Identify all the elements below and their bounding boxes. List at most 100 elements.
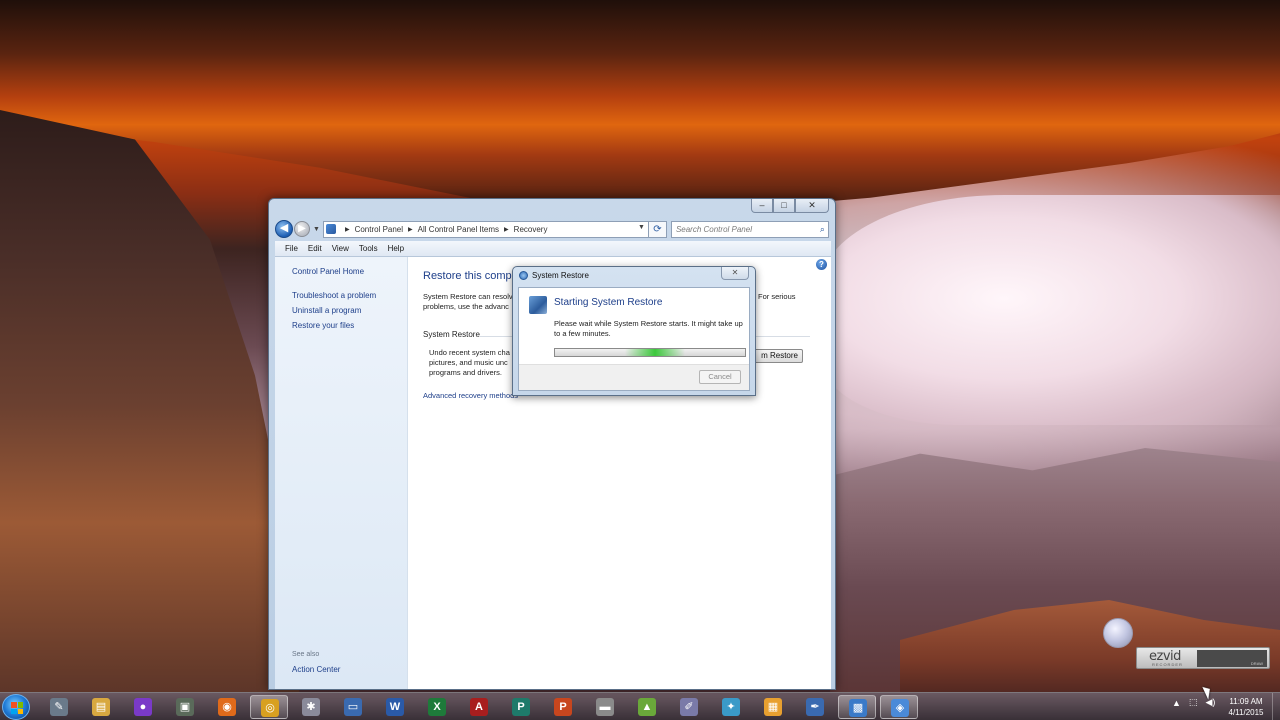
chevron-right-icon[interactable]: ▶ <box>408 226 413 233</box>
taskbar-app-editor[interactable]: ✐ <box>670 695 708 719</box>
system-tray: ▲ ⬚ ◀) <box>1172 697 1223 708</box>
dialog-titlebar: System Restore <box>519 271 589 280</box>
taskbar-app-firefox[interactable]: ◉ <box>208 695 246 719</box>
editor-icon: ✐ <box>680 698 698 716</box>
firefox-icon: ◉ <box>218 698 236 716</box>
advanced-recovery-link[interactable]: Advanced recovery methods <box>423 391 518 400</box>
taskbar-app-access[interactable]: A <box>460 695 498 719</box>
troubleshoot-link[interactable]: Troubleshoot a problem <box>292 291 376 300</box>
pen-tool-icon: ✎ <box>50 698 68 716</box>
menu-view[interactable]: View <box>332 244 349 253</box>
taskbar-app-network[interactable]: ✱ <box>292 695 330 719</box>
ezvid-subtitle: RECORDER <box>1152 662 1183 667</box>
system-restore-icon: ◈ <box>891 699 909 717</box>
taskbar-app-pen-tool[interactable]: ✎ <box>40 695 78 719</box>
recent-pages-dropdown[interactable]: ▼ <box>313 226 320 233</box>
chevron-down-icon[interactable]: ▼ <box>638 224 645 231</box>
taskbar-app-system-restore[interactable]: ◈ <box>880 695 918 719</box>
open-system-restore-button[interactable]: m Restore <box>749 349 803 363</box>
refresh-button[interactable]: ⟳ <box>648 220 667 238</box>
dialog-close-button[interactable]: ✕ <box>721 267 749 280</box>
search-input[interactable]: Search Control Panel ⌕ <box>670 220 829 238</box>
taskbar-app-publisher[interactable]: P <box>502 695 540 719</box>
section-description: Undo recent system cha pictures, and mus… <box>429 348 510 377</box>
chrome-icon: ◎ <box>261 699 279 717</box>
menu-tools[interactable]: Tools <box>359 244 378 253</box>
grid-icon: ▦ <box>764 698 782 716</box>
taskbar-app-grid[interactable]: ▦ <box>754 695 792 719</box>
cancel-button[interactable]: Cancel <box>699 370 741 384</box>
access-icon: A <box>470 698 488 716</box>
action-center-link[interactable]: Action Center <box>292 665 340 674</box>
control-panel-icon: ▩ <box>849 699 867 717</box>
tray-expand-icon[interactable]: ▲ <box>1172 698 1181 708</box>
menu-edit[interactable]: Edit <box>308 244 322 253</box>
taskbar-app-app[interactable]: ✦ <box>712 695 750 719</box>
taskbar-app-drive[interactable]: ▬ <box>586 695 624 719</box>
forward-button[interactable]: ▶ <box>294 221 310 237</box>
scanner-icon: ▣ <box>176 698 194 716</box>
menu-file[interactable]: File <box>285 244 298 253</box>
taskbar-app-monitor[interactable]: ▭ <box>334 695 372 719</box>
clock[interactable]: 11:09 AM 4/11/2015 <box>1222 696 1270 718</box>
rock-arch <box>0 0 1280 215</box>
back-button[interactable]: ◀ <box>275 220 293 238</box>
android-icon: ▲ <box>638 698 656 716</box>
dialog-heading: Starting System Restore <box>554 297 663 308</box>
ezvid-draw-label: DRAW <box>1250 661 1263 666</box>
pen-icon: ✒ <box>806 698 824 716</box>
control-panel-home-link[interactable]: Control Panel Home <box>292 267 364 276</box>
clock-date: 4/11/2015 <box>1228 708 1264 717</box>
start-button[interactable] <box>2 694 30 720</box>
breadcrumb-control-panel[interactable]: Control Panel <box>355 225 403 234</box>
menu-help[interactable]: Help <box>388 244 404 253</box>
address-bar[interactable]: ▶ Control Panel ▶ All Control Panel Item… <box>322 220 649 238</box>
chevron-right-icon[interactable]: ▶ <box>504 226 509 233</box>
taskbar-app-powerpoint[interactable]: P <box>544 695 582 719</box>
taskbar-app-word[interactable]: W <box>376 695 414 719</box>
see-also-label: See also <box>292 651 320 658</box>
help-icon[interactable]: ? <box>816 259 827 270</box>
dialog-title: System Restore <box>532 271 589 280</box>
drive-icon: ▬ <box>596 698 614 716</box>
close-button[interactable]: ✕ <box>795 199 829 213</box>
minimize-button[interactable]: – <box>751 199 773 213</box>
app-icon: ✦ <box>722 698 740 716</box>
dialog-footer: Cancel <box>519 364 749 390</box>
window-controls: – □ ✕ <box>751 199 829 213</box>
tray-action-icon[interactable]: ⬚ <box>1189 697 1198 708</box>
maximize-button[interactable]: □ <box>773 199 795 213</box>
rock-cliff <box>0 110 300 692</box>
ezvid-record-disc[interactable] <box>1103 618 1133 648</box>
taskbar-app-scanner[interactable]: ▣ <box>166 695 204 719</box>
breadcrumb-all-items[interactable]: All Control Panel Items <box>418 225 499 234</box>
system-restore-icon <box>519 271 528 280</box>
taskbar-app-control-panel[interactable]: ▩ <box>838 695 876 719</box>
restore-files-link[interactable]: Restore your files <box>292 321 354 330</box>
taskbar-app-folder[interactable]: ▤ <box>82 695 120 719</box>
breadcrumb-recovery[interactable]: Recovery <box>514 225 548 234</box>
taskbar-pinned-apps: ✎ ▤ ● ▣ ◉ ◎ ✱ ▭ W X A P P ▬ ▲ ✐ ✦ ▦ ✒ ▩ ◈ <box>40 695 922 719</box>
taskbar-app-media[interactable]: ● <box>124 695 162 719</box>
page-title: Restore this comput <box>423 270 521 282</box>
page-description-right: For serious <box>758 292 796 301</box>
taskbar-app-pen[interactable]: ✒ <box>796 695 834 719</box>
search-placeholder: Search Control Panel <box>675 224 752 234</box>
taskbar-app-android[interactable]: ▲ <box>628 695 666 719</box>
uninstall-link[interactable]: Uninstall a program <box>292 306 361 315</box>
taskbar-app-chrome[interactable]: ◎ <box>250 695 288 719</box>
navigation-bar: ◀ ▶ ▼ ▶ Control Panel ▶ All Control Pane… <box>275 219 831 239</box>
control-panel-icon <box>325 224 336 234</box>
section-label: System Restore <box>423 330 480 339</box>
search-icon[interactable]: ⌕ <box>820 224 825 235</box>
page-description: System Restore can resolv problems, use … <box>423 292 513 311</box>
chevron-right-icon[interactable]: ▶ <box>345 226 350 233</box>
show-desktop-button[interactable] <box>1272 693 1280 720</box>
sky <box>820 195 1280 425</box>
progress-marquee <box>625 349 685 356</box>
progress-bar <box>554 348 746 357</box>
ezvid-draw-panel[interactable]: DRAW <box>1197 650 1267 667</box>
system-restore-dialog: System Restore ✕ Starting System Restore… <box>512 266 756 396</box>
ezvid-widget[interactable]: ezvid RECORDER DRAW <box>1136 647 1270 669</box>
taskbar-app-excel[interactable]: X <box>418 695 456 719</box>
